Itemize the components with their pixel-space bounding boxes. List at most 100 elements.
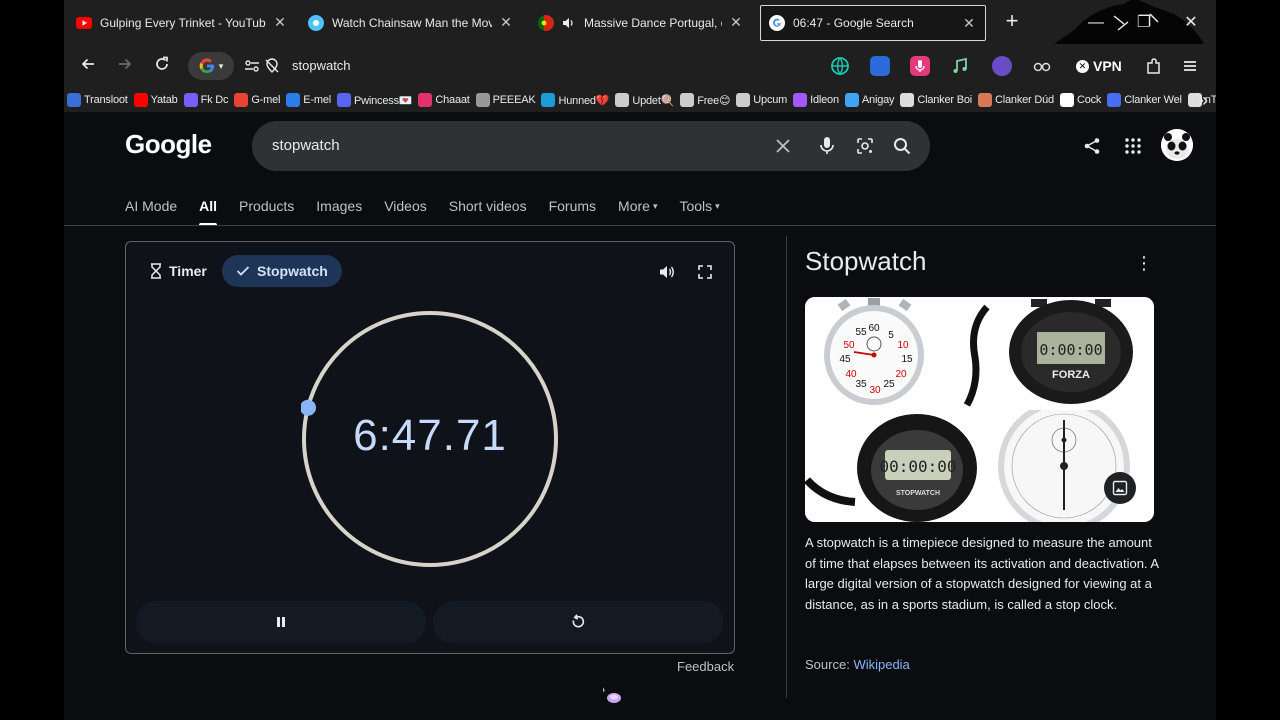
bookmark-item[interactable]: Updet🍭: [615, 93, 674, 107]
search-engine-chip[interactable]: ▾: [188, 52, 234, 80]
feedback-link[interactable]: Feedback: [677, 659, 734, 674]
digital-stopwatch-forza-image[interactable]: 0:00:00 FORZA: [945, 297, 1154, 408]
wikipedia-link[interactable]: Wikipedia: [853, 657, 909, 672]
tab-close-icon[interactable]: ✕: [272, 14, 288, 31]
tab-youtube[interactable]: Gulping Every Trinket - YouTube ✕: [68, 6, 296, 39]
new-tab-button[interactable]: +: [1000, 10, 1024, 34]
image-icon: [1112, 480, 1128, 496]
bookmark-item[interactable]: Clanker Boi: [900, 93, 972, 107]
caret-down-icon: ▾: [715, 200, 720, 211]
bookmark-item[interactable]: Upcum: [736, 93, 787, 107]
lcd-display: 00:00:00: [879, 457, 956, 476]
tab-more[interactable]: More ▾: [618, 196, 657, 216]
bookmark-item[interactable]: E-mel: [286, 93, 331, 107]
voice-search-icon[interactable]: [816, 135, 838, 157]
tab-close-icon[interactable]: ✕: [728, 14, 744, 31]
glasses-extension-icon[interactable]: [1032, 56, 1052, 76]
tab-title: Watch Chainsaw Man the Movie: Reze: [332, 15, 492, 30]
tab-products[interactable]: Products: [239, 196, 294, 216]
address-bar-url[interactable]: stopwatch: [292, 58, 351, 73]
digital-stopwatch-black-image[interactable]: 00:00:00 STOPWATCH: [805, 410, 978, 522]
google-logo[interactable]: Google: [125, 129, 212, 160]
lens-search-icon[interactable]: [854, 135, 876, 157]
chevron-right-double-icon[interactable]: »: [1198, 88, 1208, 112]
analog-stopwatch-image[interactable]: 60 55 5 50 10 45 15 40 20 35 25 30: [805, 297, 943, 408]
search-input[interactable]: stopwatch: [272, 137, 340, 154]
back-button[interactable]: [76, 54, 100, 78]
chevron-down-icon: ▾: [218, 60, 224, 71]
tab-chainsaw-man[interactable]: Watch Chainsaw Man the Movie: Reze ✕: [300, 6, 522, 39]
dial-number: 10: [897, 340, 909, 351]
bookmark-favicon-icon: [736, 93, 751, 107]
tab-tools[interactable]: Tools ▾: [679, 196, 719, 216]
bookmark-item[interactable]: Cock: [1059, 93, 1101, 107]
brand-label: FORZA: [1052, 369, 1090, 381]
site-settings-icon[interactable]: [244, 58, 260, 79]
search-icon[interactable]: [891, 135, 913, 157]
bookmark-item[interactable]: Clanker Wel: [1107, 93, 1182, 107]
reset-button[interactable]: [433, 601, 723, 643]
music-extension-icon[interactable]: [950, 56, 970, 76]
tab-google-search[interactable]: 06:47 - Google Search ✕: [760, 5, 986, 41]
tab-short-videos[interactable]: Short videos: [449, 196, 527, 216]
bookmark-item[interactable]: PEEEAK: [475, 93, 536, 107]
tab-videos[interactable]: Videos: [384, 196, 427, 216]
tab-ai-mode[interactable]: AI Mode: [125, 196, 177, 216]
volume-icon[interactable]: [657, 262, 677, 282]
translate-extension-icon[interactable]: [870, 56, 890, 76]
mechanical-stopwatch-image[interactable]: [980, 410, 1154, 522]
bookmark-item[interactable]: Yatab: [133, 93, 178, 107]
reset-icon: [572, 614, 585, 628]
nav-tab-label: Products: [239, 198, 295, 214]
checkmark-icon: [236, 266, 250, 276]
reload-button[interactable]: [150, 54, 174, 78]
minimize-button[interactable]: —: [1082, 9, 1110, 37]
pause-icon: [277, 617, 285, 627]
restore-button[interactable]: ❐: [1130, 9, 1158, 37]
bookmark-item[interactable]: Transloot: [67, 93, 128, 107]
globe-extension-icon[interactable]: [830, 56, 850, 76]
tab-images[interactable]: Images: [316, 196, 362, 216]
tab-forums[interactable]: Forums: [549, 196, 596, 216]
browser-menu-icon[interactable]: [1180, 56, 1200, 76]
speaker-audio-icon[interactable]: [560, 15, 576, 31]
stopwatch-label: STOPWATCH: [896, 490, 940, 497]
dial-number: 25: [883, 379, 895, 390]
location-off-icon[interactable]: [264, 58, 280, 79]
google-apps-icon[interactable]: [1121, 134, 1145, 158]
pause-button[interactable]: [136, 601, 426, 643]
tab-massive-dance[interactable]: Massive Dance Portugal, ouvir on ✕: [530, 6, 752, 39]
bookmark-item[interactable]: Hunned💔: [541, 93, 610, 107]
vpn-extension-button[interactable]: ✕ VPN: [1076, 56, 1122, 76]
stopwatch-tab[interactable]: Stopwatch: [222, 255, 342, 287]
bookmark-item[interactable]: Fk Dc: [183, 93, 229, 107]
image-grid: 60 55 5 50 10 45 15 40 20 35 25 30 0:00:…: [805, 297, 1154, 522]
tab-strip: Gulping Every Trinket - YouTube ✕ Watch …: [64, 0, 1216, 44]
bookmark-item[interactable]: Anigay: [844, 93, 895, 107]
bookmark-item[interactable]: Clanker Dúd: [978, 93, 1054, 107]
more-images-button[interactable]: [1104, 472, 1136, 504]
tab-close-icon[interactable]: ✕: [961, 15, 977, 32]
bookmark-label: Fk Dc: [200, 94, 229, 106]
bookmarks-bar: Transloot Yatab Fk Dc G-mel E-mel Pwincess💌 Ch…: [64, 88, 1216, 112]
bookmark-item[interactable]: Idleon: [793, 93, 839, 107]
bookmark-item[interactable]: Chaaat: [418, 93, 470, 107]
tab-all[interactable]: All: [199, 196, 217, 226]
search-box[interactable]: stopwatch: [252, 121, 930, 171]
extensions-puzzle-icon[interactable]: [1144, 56, 1164, 76]
tab-close-icon[interactable]: ✕: [498, 14, 514, 31]
share-icon[interactable]: [1080, 134, 1104, 158]
purple-extension-icon[interactable]: [992, 56, 1012, 76]
microphone-extension-icon[interactable]: [910, 56, 930, 76]
fullscreen-icon[interactable]: [695, 262, 715, 282]
more-options-icon[interactable]: ⋮: [1134, 252, 1154, 274]
account-avatar[interactable]: [1161, 129, 1193, 161]
bookmark-item[interactable]: G-mel: [234, 93, 280, 107]
bookmark-item[interactable]: Free😊: [680, 93, 730, 107]
forward-button[interactable]: [113, 54, 137, 78]
timer-tab[interactable]: Timer: [136, 255, 221, 287]
clear-search-icon[interactable]: [772, 135, 794, 157]
bookmark-favicon-icon: [286, 93, 301, 107]
bookmark-item[interactable]: Pwincess💌: [337, 93, 413, 107]
close-window-button[interactable]: ✕: [1177, 9, 1205, 37]
